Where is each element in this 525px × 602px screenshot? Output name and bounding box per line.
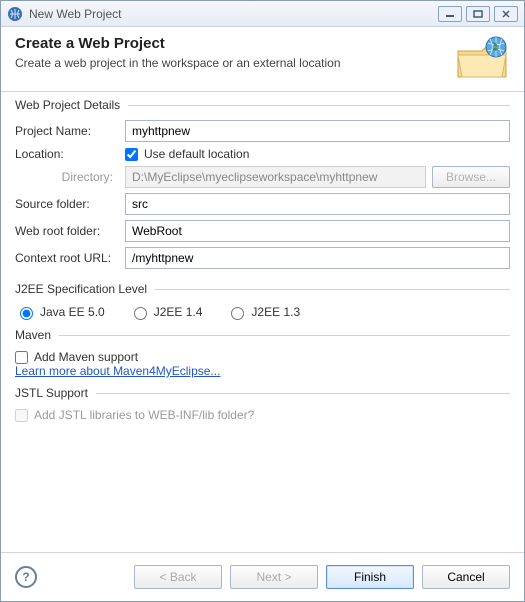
dialog-header: Create a Web Project Create a web projec…: [1, 27, 524, 92]
use-default-location-checkbox[interactable]: [125, 148, 138, 161]
close-button[interactable]: [494, 6, 518, 22]
radio-j2ee-13-input[interactable]: [231, 307, 244, 320]
source-folder-label: Source folder:: [15, 197, 119, 211]
location-label: Location:: [15, 147, 119, 161]
web-project-details-group: Web Project Details Project Name: Locati…: [15, 98, 510, 274]
web-root-label: Web root folder:: [15, 224, 119, 238]
page-title: Create a Web Project: [15, 35, 454, 52]
titlebar: New Web Project: [1, 1, 524, 27]
minimize-icon: [445, 10, 455, 18]
section-title-j2ee: J2EE Specification Level: [15, 282, 147, 296]
dialog-content: Web Project Details Project Name: Locati…: [1, 92, 524, 552]
section-title-jstl: JSTL Support: [15, 386, 88, 400]
page-subtitle: Create a web project in the workspace or…: [15, 56, 454, 70]
maximize-button[interactable]: [466, 6, 490, 22]
app-icon: [7, 6, 23, 22]
minimize-button[interactable]: [438, 6, 462, 22]
project-name-label: Project Name:: [15, 124, 119, 138]
radio-j2ee-14[interactable]: J2EE 1.4: [129, 304, 203, 320]
section-title-details: Web Project Details: [15, 98, 120, 112]
directory-label: Directory:: [15, 170, 119, 184]
next-button: Next >: [230, 565, 318, 589]
close-icon: [501, 10, 511, 18]
radio-j2ee-14-input[interactable]: [134, 307, 147, 320]
use-default-location-label: Use default location: [144, 147, 249, 161]
dialog-footer: ? < Back Next > Finish Cancel: [1, 552, 524, 601]
folder-globe-icon: [454, 35, 510, 81]
titlebar-buttons: [438, 6, 518, 22]
radio-java-ee-5[interactable]: Java EE 5.0: [15, 304, 105, 320]
web-root-input[interactable]: [125, 220, 510, 242]
context-root-label: Context root URL:: [15, 251, 119, 265]
add-jstl-checkbox: [15, 409, 28, 422]
finish-button[interactable]: Finish: [326, 565, 414, 589]
add-maven-support-checkbox[interactable]: [15, 351, 28, 364]
add-jstl-label: Add JSTL libraries to WEB-INF/lib folder…: [34, 408, 254, 422]
j2ee-group: J2EE Specification Level Java EE 5.0 J2E…: [15, 282, 510, 320]
add-maven-support-label: Add Maven support: [34, 350, 138, 364]
context-root-input[interactable]: [125, 247, 510, 269]
browse-button: Browse...: [432, 166, 510, 188]
back-button: < Back: [134, 565, 222, 589]
maximize-icon: [473, 10, 483, 18]
section-title-maven: Maven: [15, 328, 51, 342]
maven-group: Maven Add Maven support Learn more about…: [15, 328, 510, 378]
radio-j2ee-13[interactable]: J2EE 1.3: [226, 304, 300, 320]
window-title: New Web Project: [29, 7, 438, 21]
radio-java-ee-5-input[interactable]: [20, 307, 33, 320]
maven-learn-more-link[interactable]: Learn more about Maven4MyEclipse...: [15, 364, 220, 378]
help-button[interactable]: ?: [15, 566, 37, 588]
project-name-input[interactable]: [125, 120, 510, 142]
directory-input: [125, 166, 426, 188]
dialog-window: New Web Project Create a Web Project Cre…: [0, 0, 525, 602]
jstl-group: JSTL Support Add JSTL libraries to WEB-I…: [15, 386, 510, 422]
source-folder-input[interactable]: [125, 193, 510, 215]
cancel-button[interactable]: Cancel: [422, 565, 510, 589]
